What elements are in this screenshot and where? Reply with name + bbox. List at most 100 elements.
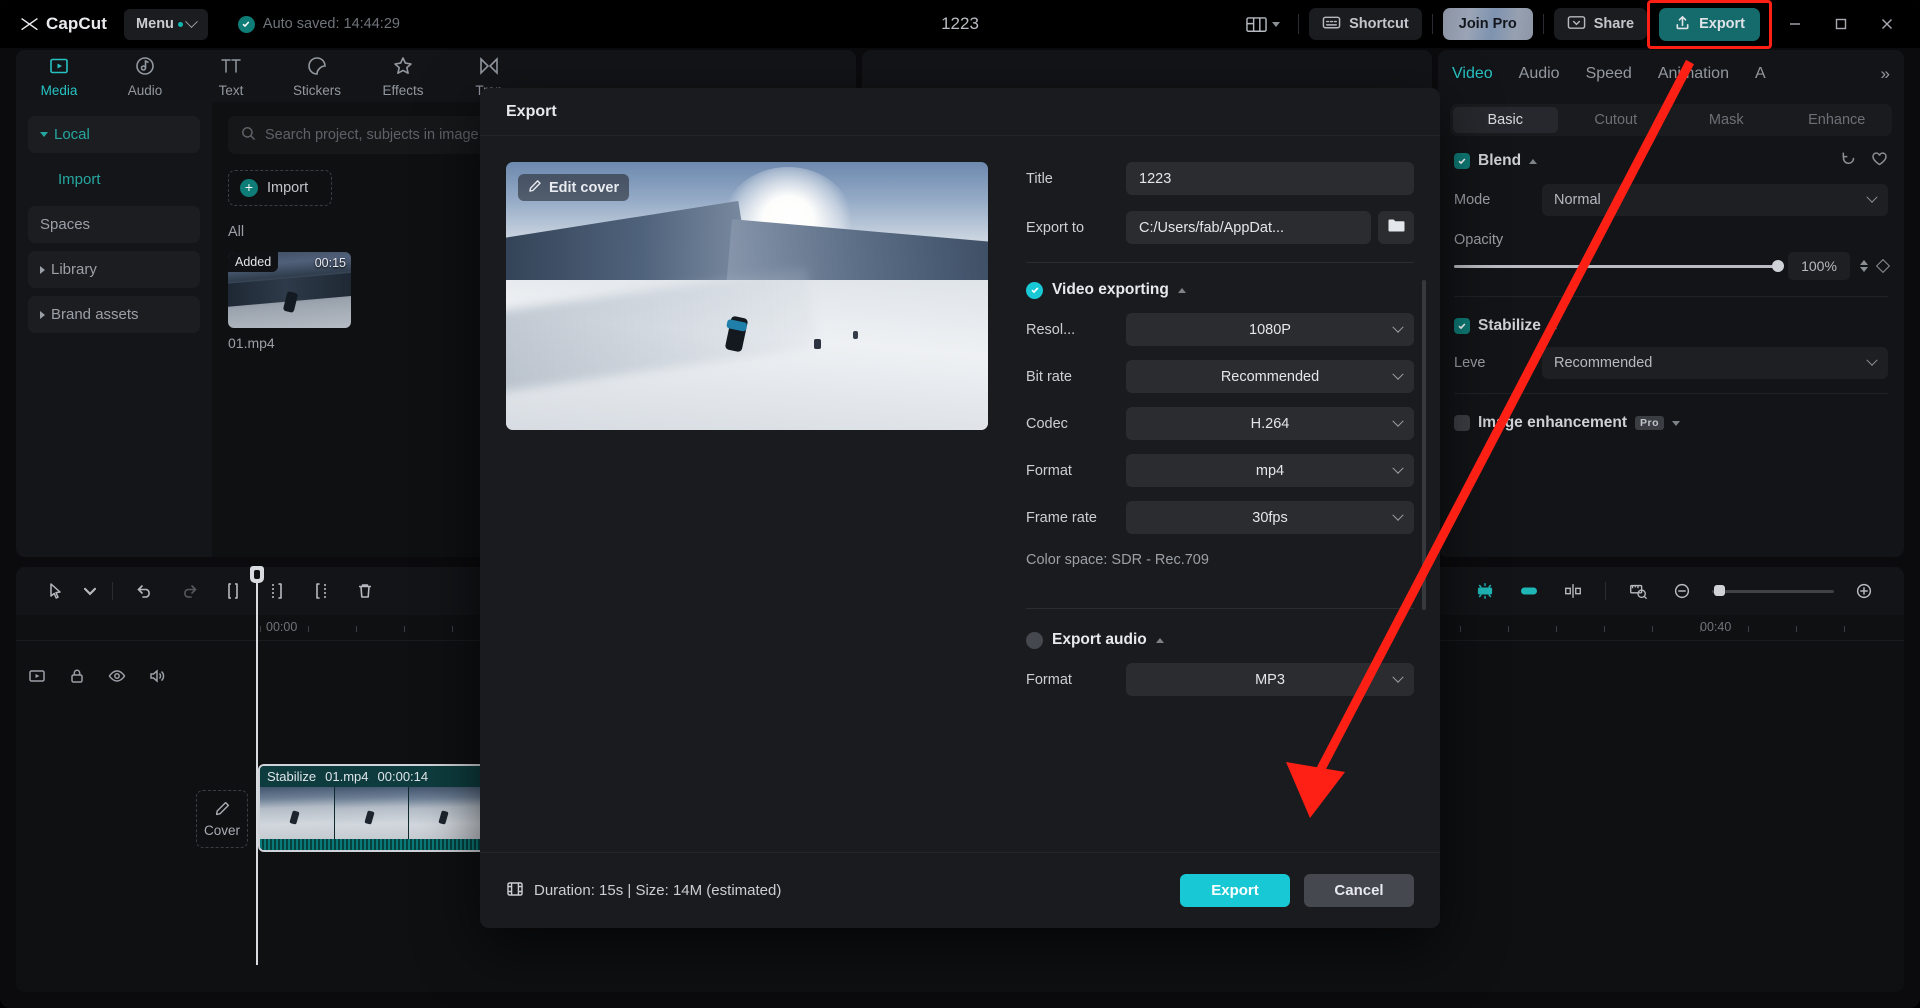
- layout-button[interactable]: [1238, 10, 1288, 39]
- slider-handle[interactable]: [1772, 260, 1784, 272]
- sidebar-item-library[interactable]: Library: [28, 251, 200, 288]
- playhead[interactable]: [256, 567, 258, 965]
- undo-icon[interactable]: [123, 569, 167, 613]
- subtab-cutout[interactable]: Cutout: [1564, 107, 1669, 133]
- share-button[interactable]: Share: [1554, 8, 1647, 40]
- dialog-footer: Duration: 15s | Size: 14M (estimated) Ex…: [480, 852, 1440, 928]
- opacity-stepper[interactable]: [1860, 260, 1868, 272]
- opacity-slider[interactable]: [1454, 265, 1778, 268]
- tab-text[interactable]: Text: [188, 55, 274, 98]
- title-input[interactable]: 1223: [1126, 162, 1414, 195]
- bitrate-row: Bit rate Recommended: [1026, 360, 1414, 393]
- zoom-slider-handle[interactable]: [1714, 585, 1725, 596]
- pencil-icon: [214, 800, 231, 820]
- dialog-cancel-button[interactable]: Cancel: [1304, 874, 1414, 907]
- shortcut-button[interactable]: Shortcut: [1309, 8, 1422, 40]
- divider: [1298, 14, 1299, 34]
- fit-timeline-icon[interactable]: [1616, 569, 1660, 613]
- select-tool-icon[interactable]: [34, 569, 78, 613]
- tab-media[interactable]: Media: [16, 55, 102, 98]
- delete-icon[interactable]: [343, 569, 387, 613]
- track-volume-icon[interactable]: [148, 667, 166, 690]
- export-button[interactable]: Export: [1659, 8, 1760, 41]
- join-pro-button[interactable]: Join Pro: [1443, 8, 1533, 40]
- minimize-button[interactable]: [1772, 1, 1818, 47]
- audio-format-select[interactable]: MP3: [1126, 663, 1414, 696]
- track-video-icon[interactable]: [28, 667, 46, 690]
- export-path-input[interactable]: C:/Users/fab/AppDat...: [1126, 211, 1371, 244]
- track-visibility-icon[interactable]: [108, 667, 126, 690]
- timeline-clip[interactable]: Stabilize 01.mp4 00:00:14: [258, 764, 486, 852]
- format-select[interactable]: mp4: [1126, 454, 1414, 487]
- favorite-icon[interactable]: [1871, 150, 1888, 172]
- blend-mode-select[interactable]: Normal: [1542, 184, 1888, 216]
- checkbox-checked-icon[interactable]: [1454, 318, 1470, 334]
- sidebar-item-spaces[interactable]: Spaces: [28, 206, 200, 243]
- zoom-in-icon[interactable]: [1842, 569, 1886, 613]
- video-exporting-header[interactable]: Video exporting: [1026, 281, 1414, 299]
- browse-folder-button[interactable]: [1378, 211, 1414, 244]
- sidebar-item-local[interactable]: Local: [28, 116, 200, 153]
- checkbox-checked-icon[interactable]: [1454, 153, 1470, 169]
- sidebar-item-import[interactable]: Import: [28, 161, 200, 198]
- cover-button[interactable]: Cover: [196, 790, 248, 848]
- sidebar-item-brand-assets[interactable]: Brand assets: [28, 296, 200, 333]
- blend-section-header[interactable]: Blend: [1438, 136, 1904, 176]
- search-placeholder: Search project, subjects in image: [265, 127, 479, 143]
- tab-audio[interactable]: Audio: [102, 55, 188, 98]
- codec-select[interactable]: H.264: [1126, 407, 1414, 440]
- stickers-icon: [306, 55, 328, 80]
- split-icon[interactable]: [211, 569, 255, 613]
- mirror-icon[interactable]: [1551, 569, 1595, 613]
- resolution-select[interactable]: 1080P: [1126, 313, 1414, 346]
- tab-video[interactable]: Video: [1452, 65, 1493, 83]
- close-button[interactable]: [1864, 1, 1910, 47]
- link-icon[interactable]: [1507, 569, 1551, 613]
- import-button[interactable]: + Import: [228, 170, 332, 206]
- menu-dot-indicator: [178, 22, 183, 27]
- stepper-up-icon[interactable]: [1860, 260, 1868, 265]
- tab-effects[interactable]: Effects: [360, 55, 446, 98]
- stabilize-level-select[interactable]: Recommended: [1542, 347, 1888, 379]
- keyframe-diamond-icon[interactable]: [1876, 259, 1890, 273]
- tab-speed[interactable]: Speed: [1586, 65, 1632, 83]
- opacity-value-input[interactable]: 100%: [1788, 252, 1850, 280]
- more-tabs-icon[interactable]: »: [1881, 64, 1890, 84]
- clip-filmstrip: [260, 787, 484, 839]
- subtab-basic[interactable]: Basic: [1453, 107, 1558, 133]
- stepper-down-icon[interactable]: [1860, 267, 1868, 272]
- tab-audio[interactable]: Audio: [1519, 65, 1560, 83]
- edit-cover-button[interactable]: Edit cover: [518, 174, 629, 201]
- dialog-scrollbar[interactable]: [1422, 280, 1426, 610]
- zoom-out-icon[interactable]: [1660, 569, 1704, 613]
- image-enhancement-header[interactable]: Image enhancement Pro: [1438, 400, 1904, 436]
- maximize-button[interactable]: [1818, 1, 1864, 47]
- subtab-enhance[interactable]: Enhance: [1785, 107, 1890, 133]
- media-icon: [48, 55, 70, 80]
- reset-icon[interactable]: [1840, 150, 1857, 172]
- tab-stickers[interactable]: Stickers: [274, 55, 360, 98]
- media-asset-card[interactable]: Added 00:15 01.mp4: [228, 252, 351, 351]
- checkbox-checked-icon[interactable]: [1026, 282, 1043, 299]
- bitrate-select[interactable]: Recommended: [1126, 360, 1414, 393]
- checkbox-unchecked-icon[interactable]: [1454, 415, 1470, 431]
- export-audio-header[interactable]: Export audio: [1026, 631, 1414, 649]
- autosave-text: Auto saved: 14:44:29: [263, 16, 400, 32]
- added-badge: Added: [228, 252, 278, 272]
- playhead-handle[interactable]: [250, 566, 264, 583]
- subtab-mask[interactable]: Mask: [1674, 107, 1779, 133]
- track-lock-icon[interactable]: [68, 667, 86, 690]
- framerate-select[interactable]: 30fps: [1126, 501, 1414, 534]
- menu-button[interactable]: Menu: [124, 9, 208, 40]
- magic-enhance-icon[interactable]: [1463, 569, 1507, 613]
- tab-adjust[interactable]: A: [1755, 65, 1766, 83]
- tab-animation[interactable]: Animation: [1658, 65, 1729, 83]
- stabilize-level-row: Leve Recommended: [1438, 339, 1904, 387]
- dialog-export-button[interactable]: Export: [1180, 874, 1290, 907]
- redo-icon[interactable]: [167, 569, 211, 613]
- checkbox-unchecked-icon[interactable]: [1026, 632, 1043, 649]
- zoom-slider[interactable]: [1712, 590, 1834, 593]
- tool-dropdown-icon[interactable]: [78, 569, 102, 613]
- stabilize-section-header[interactable]: Stabilize: [1438, 303, 1904, 339]
- trim-right-icon[interactable]: [299, 569, 343, 613]
